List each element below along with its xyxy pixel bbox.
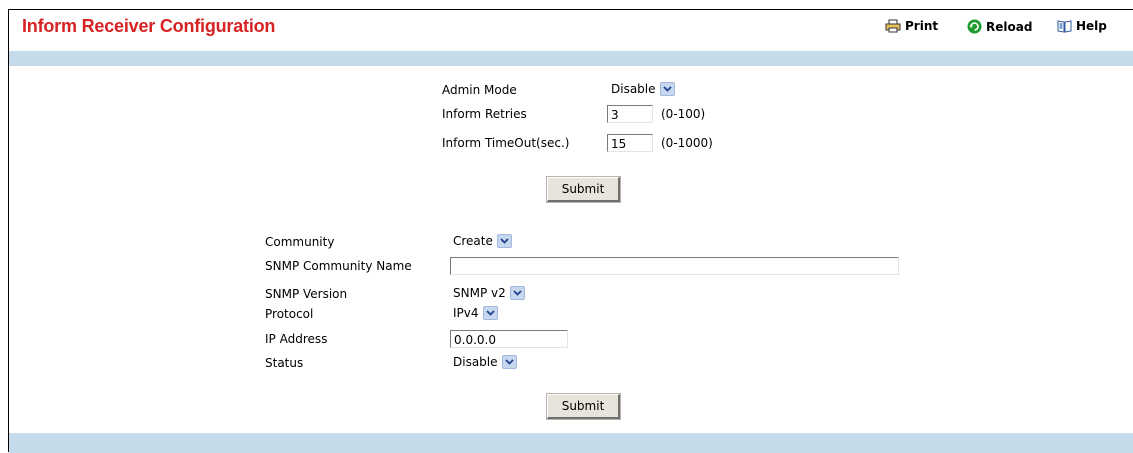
printer-icon — [885, 19, 901, 33]
help-label: Help — [1076, 19, 1107, 33]
protocol-select[interactable]: IPv4 — [453, 306, 498, 320]
reload-icon — [967, 19, 982, 34]
inform-timeout-input[interactable]: 15 — [607, 134, 653, 152]
inform-retries-input[interactable]: 3 — [607, 105, 653, 123]
snmp-version-value: SNMP v2 — [453, 286, 506, 300]
snmp-version-select[interactable]: SNMP v2 — [453, 286, 525, 300]
protocol-label: Protocol — [265, 307, 314, 321]
inform-retries-label: Inform Retries — [442, 107, 527, 121]
inform-timeout-label: Inform TimeOut(sec.) — [442, 136, 570, 150]
print-label: Print — [905, 19, 939, 33]
chevron-down-icon — [659, 82, 675, 96]
admin-mode-value: Disable — [611, 82, 656, 96]
reload-button[interactable]: Reload — [967, 19, 1032, 34]
snmp-community-name-input[interactable] — [450, 257, 899, 275]
status-label: Status — [265, 356, 304, 370]
community-select[interactable]: Create — [453, 234, 512, 248]
status-value: Disable — [453, 355, 498, 369]
help-button[interactable]: Help — [1057, 19, 1107, 33]
community-value: Create — [453, 234, 493, 248]
snmp-version-label: SNMP Version — [265, 287, 348, 301]
receiver-submit-button[interactable]: Submit — [546, 393, 621, 420]
print-button[interactable]: Print — [885, 19, 938, 33]
ip-address-input[interactable]: 0.0.0.0 — [450, 330, 568, 348]
content-frame: Inform Receiver Configuration Print Relo… — [8, 9, 1133, 453]
admin-mode-label: Admin Mode — [442, 83, 517, 97]
inform-retries-range: (0-100) — [661, 107, 706, 121]
inform-submit-button[interactable]: Submit — [546, 176, 621, 203]
inform-timeout-range: (0-1000) — [661, 136, 713, 150]
protocol-value: IPv4 — [453, 306, 479, 320]
reload-label: Reload — [986, 19, 1033, 34]
snmp-community-name-label: SNMP Community Name — [265, 259, 412, 273]
chevron-down-icon — [496, 234, 512, 248]
help-book-icon — [1057, 19, 1072, 33]
footer-bar — [9, 433, 1133, 453]
ip-address-label: IP Address — [265, 332, 328, 346]
chevron-down-icon — [509, 286, 525, 300]
status-select[interactable]: Disable — [453, 355, 517, 369]
admin-mode-select[interactable]: Disable — [611, 82, 675, 96]
header-divider-bar — [9, 51, 1133, 66]
page-title: Inform Receiver Configuration — [22, 16, 276, 36]
chevron-down-icon — [501, 355, 517, 369]
page-header: Inform Receiver Configuration Print Relo… — [9, 10, 1133, 50]
community-label: Community — [265, 235, 335, 249]
chevron-down-icon — [482, 306, 498, 320]
